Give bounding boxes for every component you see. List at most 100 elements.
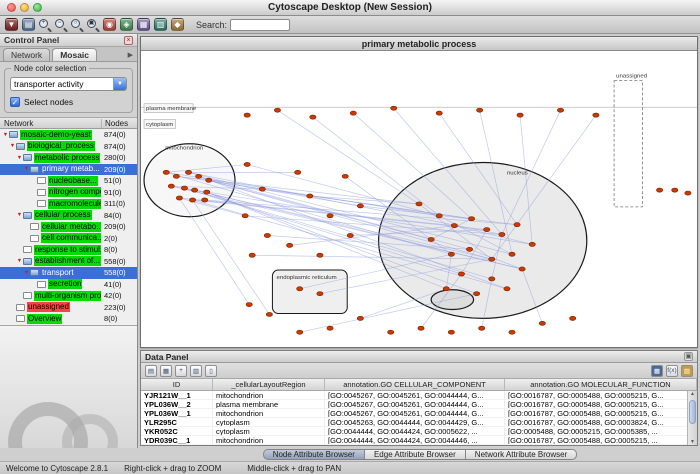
network-node[interactable] bbox=[509, 252, 515, 256]
zoom-in-icon[interactable]: + bbox=[39, 19, 51, 31]
tree-item[interactable]: ▼transport558(0) bbox=[0, 267, 137, 279]
birdseye-view[interactable] bbox=[0, 325, 137, 448]
network-node[interactable] bbox=[357, 204, 363, 208]
network-node[interactable] bbox=[185, 170, 191, 174]
network-node[interactable] bbox=[466, 247, 472, 251]
select-nodes-checkbox[interactable]: ✓ bbox=[10, 97, 20, 107]
open-session-icon[interactable]: ▼ bbox=[5, 18, 18, 31]
formula-builder-icon[interactable]: f(x) bbox=[666, 365, 678, 377]
network-node[interactable] bbox=[246, 303, 252, 307]
network-node[interactable] bbox=[451, 224, 457, 228]
attribute-matrix-icon[interactable]: ▦ bbox=[651, 365, 663, 377]
network-node[interactable] bbox=[418, 326, 424, 330]
select-attributes-icon[interactable]: ▤ bbox=[145, 365, 157, 377]
network-node[interactable] bbox=[249, 253, 255, 257]
network-node[interactable] bbox=[473, 292, 479, 296]
scroll-up-icon[interactable]: ▲ bbox=[690, 391, 695, 397]
tree-item[interactable]: ▼metabolic process280(0) bbox=[0, 152, 137, 164]
network-node[interactable] bbox=[448, 330, 454, 334]
network-node[interactable] bbox=[317, 253, 323, 257]
unselect-attributes-icon[interactable]: ▦ bbox=[160, 365, 172, 377]
network-node[interactable] bbox=[297, 287, 303, 291]
network-node[interactable] bbox=[529, 242, 535, 246]
table-scrollbar[interactable]: ▲ ▼ bbox=[687, 391, 697, 445]
node-color-dropdown[interactable]: transporter activity ▼ bbox=[10, 77, 127, 91]
disclosure-arrow-icon[interactable]: ▼ bbox=[23, 270, 30, 276]
network-node[interactable] bbox=[347, 233, 353, 237]
network-node[interactable] bbox=[244, 162, 250, 166]
import-attributes-icon[interactable]: ▨ bbox=[681, 365, 693, 377]
network-node[interactable] bbox=[350, 111, 356, 115]
tree-item[interactable]: nucleobase...51(0) bbox=[0, 175, 137, 187]
window-titlebar[interactable]: Cytoscape Desktop (New Session) bbox=[0, 0, 700, 16]
network-node[interactable] bbox=[443, 287, 449, 291]
network-node[interactable] bbox=[327, 326, 333, 330]
network-node[interactable] bbox=[685, 191, 691, 195]
network-node[interactable] bbox=[416, 202, 422, 206]
disclosure-arrow-icon[interactable]: ▼ bbox=[9, 143, 16, 149]
tab-network[interactable]: Network bbox=[3, 48, 50, 61]
network-node[interactable] bbox=[557, 108, 563, 112]
tree-item[interactable]: ▼mosaic-demo-yeast874(0) bbox=[0, 129, 137, 141]
network-node[interactable] bbox=[206, 178, 212, 182]
float-panel-icon[interactable]: ▣ bbox=[684, 352, 693, 361]
tree-item[interactable]: ▼biological_process874(0) bbox=[0, 141, 137, 153]
network-node[interactable] bbox=[202, 198, 208, 202]
network-node[interactable] bbox=[181, 186, 187, 190]
network-node[interactable] bbox=[539, 321, 545, 325]
network-node[interactable] bbox=[479, 326, 485, 330]
zoom-window-button[interactable] bbox=[33, 3, 42, 12]
network-node[interactable] bbox=[195, 174, 201, 178]
table-row[interactable]: YDR039C__1mitochondrion[GO:0044444, GO:0… bbox=[141, 436, 697, 445]
network-node[interactable] bbox=[593, 113, 599, 117]
annotation-icon[interactable]: ◈ bbox=[120, 18, 133, 31]
tree-item[interactable]: ▼primary metab...209(0) bbox=[0, 164, 137, 176]
network-node[interactable] bbox=[168, 184, 174, 188]
network-node[interactable] bbox=[297, 330, 303, 334]
scroll-down-icon[interactable]: ▼ bbox=[688, 439, 697, 445]
network-node[interactable] bbox=[477, 108, 483, 112]
network-node[interactable] bbox=[327, 214, 333, 218]
network-node[interactable] bbox=[274, 108, 280, 112]
tree-item[interactable]: Overview8(0) bbox=[0, 313, 137, 325]
scrollbar-thumb[interactable] bbox=[689, 400, 696, 424]
tree-item[interactable]: cellular metabo...209(0) bbox=[0, 221, 137, 233]
network-node[interactable] bbox=[357, 316, 363, 320]
network-node[interactable] bbox=[391, 106, 397, 110]
tree-item[interactable]: nitrogen compo...91(0) bbox=[0, 187, 137, 199]
network-node[interactable] bbox=[191, 188, 197, 192]
network-node[interactable] bbox=[499, 232, 505, 236]
network-node[interactable] bbox=[264, 233, 270, 237]
network-node[interactable] bbox=[514, 223, 520, 227]
network-node[interactable] bbox=[204, 190, 210, 194]
network-view-title[interactable]: primary metabolic process bbox=[141, 37, 697, 51]
network-node[interactable] bbox=[173, 174, 179, 178]
tree-item[interactable]: multi-organism pro...42(0) bbox=[0, 290, 137, 302]
column-header[interactable]: annotation.GO MOLECULAR_FUNCTION bbox=[505, 379, 697, 390]
network-node[interactable] bbox=[428, 237, 434, 241]
new-attribute-icon[interactable]: + bbox=[175, 365, 187, 377]
print-icon[interactable]: ▤ bbox=[22, 18, 35, 31]
table-row[interactable]: YJR121W__1mitochondrion[GO:0045267, GO:0… bbox=[141, 391, 697, 400]
zoom-out-icon[interactable]: − bbox=[55, 19, 67, 31]
disclosure-arrow-icon[interactable]: ▼ bbox=[2, 132, 9, 138]
network-node[interactable] bbox=[519, 267, 525, 271]
network-node[interactable] bbox=[317, 292, 323, 296]
tab-network-attribute-browser[interactable]: Network Attribute Browser bbox=[466, 449, 577, 460]
close-window-button[interactable] bbox=[7, 3, 16, 12]
tab-overflow-icon[interactable]: ▶ bbox=[128, 51, 135, 61]
disclosure-arrow-icon[interactable]: ▼ bbox=[23, 166, 30, 172]
network-node[interactable] bbox=[468, 217, 474, 221]
network-node[interactable] bbox=[517, 113, 523, 117]
column-header[interactable]: ID bbox=[141, 379, 213, 390]
network-node[interactable] bbox=[286, 243, 292, 247]
disclosure-arrow-icon[interactable]: ▼ bbox=[16, 155, 23, 161]
table-row[interactable]: YKR052Ccytoplasm[GO:0044444, GO:0044424,… bbox=[141, 427, 697, 436]
tree-item[interactable]: ▼cellular process84(0) bbox=[0, 210, 137, 222]
delete-attribute-icon[interactable]: ▥ bbox=[190, 365, 202, 377]
network-node[interactable] bbox=[244, 113, 250, 117]
column-header[interactable]: _cellularLayoutRegion bbox=[213, 379, 325, 390]
network-node[interactable] bbox=[307, 194, 313, 198]
tab-edge-attribute-browser[interactable]: Edge Attribute Browser bbox=[365, 449, 466, 460]
network-view-icon[interactable]: ◉ bbox=[103, 18, 116, 31]
